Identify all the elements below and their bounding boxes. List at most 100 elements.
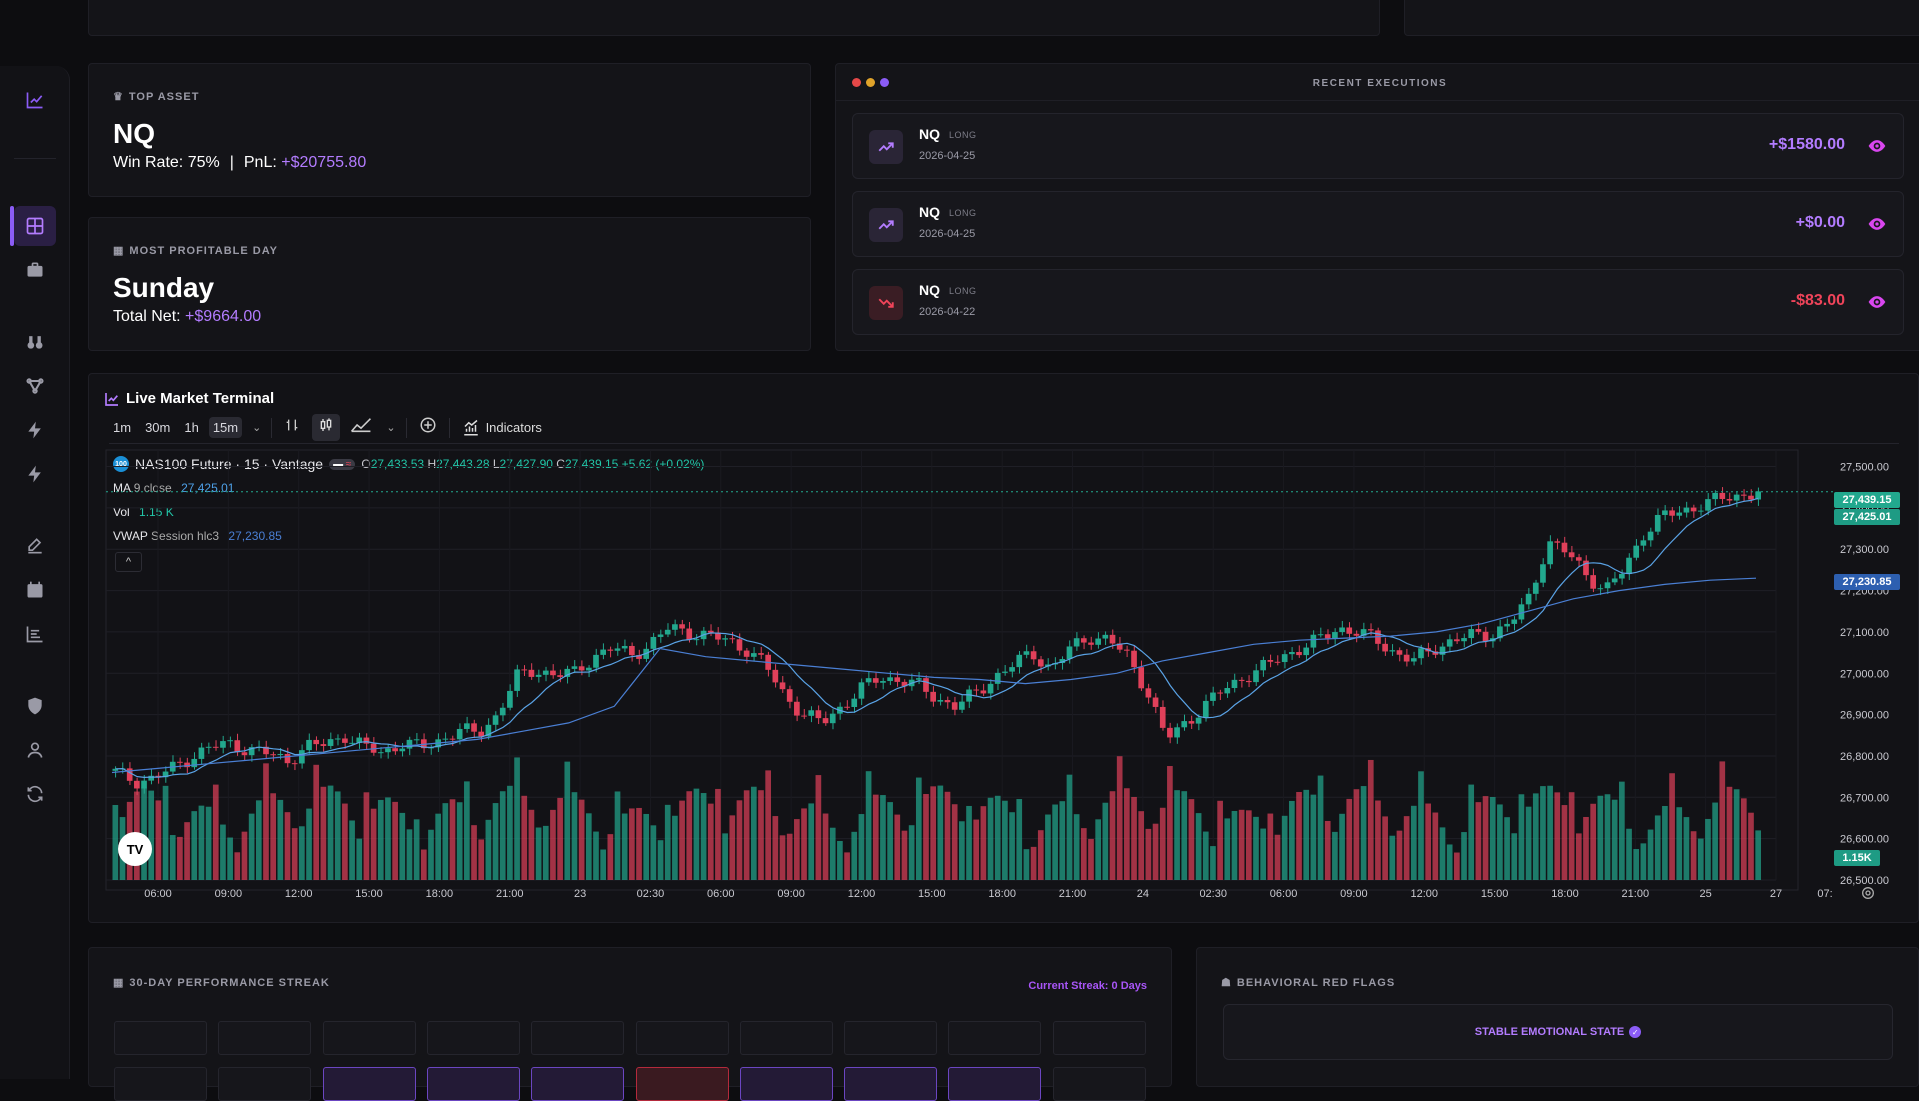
lightning-alt-icon[interactable] (0, 454, 70, 494)
area-chart-icon[interactable] (346, 417, 376, 438)
shield-icon[interactable] (0, 686, 70, 726)
vwap-price-tag: 27,230.85 (1834, 574, 1900, 590)
execution-symbol: NQ (919, 126, 940, 142)
pnl-label-text: PnL: (243, 154, 277, 171)
streak-day-cell[interactable] (948, 1021, 1042, 1055)
streak-day-cell[interactable] (114, 1067, 207, 1101)
chart-settings-icon[interactable] (1860, 885, 1876, 906)
streak-day-cell[interactable] (844, 1067, 938, 1101)
timeframe-30m[interactable]: 30m (141, 417, 174, 438)
streak-day-cell[interactable] (426, 1067, 520, 1101)
workflow-icon[interactable] (0, 366, 70, 406)
timeframe-15m[interactable]: 15m (208, 417, 243, 438)
streak-day-cell[interactable] (322, 1021, 416, 1055)
add-compare-icon[interactable] (413, 416, 443, 439)
execution-direction: LONG (949, 208, 977, 218)
calendar-small-icon: ▦ (113, 977, 125, 989)
vwap-params: Session hlc3 (151, 529, 220, 543)
profile-icon[interactable] (0, 730, 70, 770)
h-value: 27,443.28 (436, 457, 490, 471)
l-value: 27,427.90 (499, 457, 553, 471)
ma-price-tag: 27,425.01 (1834, 509, 1900, 525)
streak-label: 30-DAY PERFORMANCE STREAK (129, 976, 330, 989)
terminal-title-text: Live Market Terminal (126, 390, 275, 407)
current-streak: Current Streak: 0 Days (1028, 980, 1147, 992)
streak-day-cell[interactable] (844, 1021, 938, 1055)
top-asset-stats: Win Rate: 75% | PnL: +$20755.80 (113, 154, 366, 172)
briefcase-icon[interactable] (0, 250, 70, 290)
last-price-tag: 27,439.15 (1834, 492, 1900, 508)
h-label: H (427, 457, 437, 471)
tradingview-logo[interactable]: TV (118, 832, 152, 866)
o-label: O (361, 457, 371, 471)
profitable-day-label: MOST PROFITABLE DAY (129, 244, 278, 257)
streak-day-cell[interactable] (635, 1021, 729, 1055)
top-asset-label: TOP ASSET (128, 90, 200, 103)
binoculars-icon[interactable] (0, 322, 70, 362)
candles-icon[interactable] (312, 414, 341, 441)
execution-pnl: -$83.00 (1790, 292, 1845, 309)
streak-day-cell[interactable] (426, 1021, 520, 1055)
eye-icon[interactable] (1867, 292, 1887, 317)
execution-row[interactable]: NQ LONG 2026-04-22 -$83.00 (852, 269, 1904, 335)
streak-day-cell[interactable] (218, 1067, 312, 1101)
dashboard-icon[interactable] (0, 206, 70, 246)
streak-day-cell[interactable] (739, 1021, 833, 1055)
trend-down-icon (869, 286, 903, 320)
instrument-badge: 100 (113, 456, 129, 472)
analytics-logo-icon[interactable] (0, 80, 70, 120)
bar-type-icon[interactable] (278, 417, 306, 438)
indicators-button[interactable]: Indicators (456, 419, 548, 437)
chart-line-icon (105, 392, 118, 406)
legend-toggle[interactable]: ▬ ≈ (329, 458, 356, 470)
top-partial-card-right (1404, 0, 1919, 36)
toolbar-divider (405, 417, 407, 438)
eye-icon[interactable] (1867, 136, 1887, 161)
toolbar-divider (271, 417, 273, 438)
top-asset-symbol: NQ (113, 118, 155, 149)
indicators-icon (463, 419, 478, 435)
streak-day-cell[interactable] (1052, 1067, 1146, 1101)
streak-day-cell[interactable] (218, 1021, 312, 1055)
reports-icon[interactable] (0, 614, 70, 654)
lightning-icon[interactable] (0, 410, 70, 450)
trend-up-icon (869, 208, 903, 242)
vol-label: Vol (113, 505, 130, 519)
streak-day-cell[interactable] (1052, 1021, 1146, 1055)
profitable-day-card: ▦ MOST PROFITABLE DAY Sunday Total Net: … (88, 217, 811, 351)
streak-heading: ▦ 30-DAY PERFORMANCE STREAK (113, 976, 330, 990)
streak-day-cell[interactable] (948, 1067, 1042, 1101)
timeframe-1h[interactable]: 1h (180, 417, 202, 438)
streak-day-cell[interactable] (322, 1067, 416, 1101)
stats-separator: | (229, 154, 234, 171)
streak-day-cell[interactable] (114, 1021, 207, 1055)
vwap-legend: VWAP Session hlc3 27,230.85 (113, 529, 282, 543)
chart-type-dropdown-icon[interactable]: ⌄ (382, 421, 399, 434)
emotional-state-box: STABLE EMOTIONAL STATE ✓ (1223, 1004, 1893, 1060)
execution-row[interactable]: NQ LONG 2026-04-25 +$1580.00 (852, 113, 1904, 179)
execution-direction: LONG (949, 130, 977, 140)
streak-day-cell[interactable] (739, 1067, 833, 1101)
vwap-label: VWAP (113, 529, 148, 543)
executions-divider (836, 100, 1919, 101)
execution-date: 2026-04-25 (919, 228, 976, 240)
streak-day-cell[interactable] (531, 1067, 625, 1101)
execution-row[interactable]: NQ LONG 2026-04-25 +$0.00 (852, 191, 1904, 257)
logo-text: TV (126, 841, 144, 857)
journal-edit-icon[interactable] (0, 526, 70, 566)
eye-icon[interactable] (1867, 214, 1887, 239)
streak-day-cell[interactable] (531, 1021, 625, 1055)
calendar-icon[interactable] (0, 570, 70, 610)
red-flags-label: BEHAVIORAL RED FLAGS (1236, 976, 1396, 989)
o-value: 27,433.53 (370, 457, 425, 471)
vol-legend: Vol 1.15 K (113, 505, 174, 519)
refresh-icon[interactable] (0, 774, 70, 814)
collapse-legend-button[interactable]: ^ (115, 552, 142, 572)
crown-icon: ♛ (113, 91, 124, 103)
execution-symbol: NQ (919, 204, 940, 220)
streak-day-cell[interactable] (635, 1067, 729, 1101)
instrument-legend: 100 NAS100 Future · 15 · Vantage ▬ ≈ O27… (113, 456, 704, 472)
vwap-value: 27,230.85 (228, 529, 282, 543)
timeframe-1m[interactable]: 1m (109, 417, 135, 438)
timeframe-dropdown-icon[interactable]: ⌄ (248, 421, 265, 434)
